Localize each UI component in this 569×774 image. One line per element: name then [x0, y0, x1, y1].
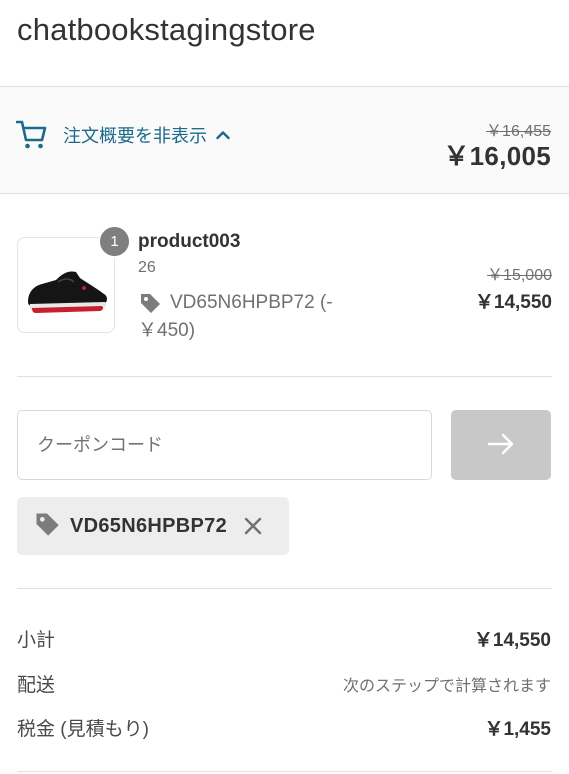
- divider: [17, 588, 552, 589]
- order-summary-toggle[interactable]: 注文概要を非表示: [16, 120, 230, 150]
- shipping-value: 次のステップで計算されます: [342, 678, 551, 695]
- arrow-right-icon: [487, 433, 515, 458]
- tax-value: ￥1,455: [484, 719, 551, 740]
- applied-discount-tag: VD65N6HPBP72: [17, 497, 289, 555]
- applied-discount-code: VD65N6HPBP72: [70, 514, 228, 537]
- order-summary-toggle-label: 注文概要を非表示: [63, 126, 207, 146]
- product-original-price: ￥15,000: [487, 267, 552, 284]
- quantity-badge: 1: [98, 225, 131, 258]
- product-price: ￥14,550: [474, 292, 552, 313]
- product-variant: 26: [138, 259, 156, 276]
- product-discount: VD65N6HPBP72 (-￥450): [138, 289, 378, 345]
- apply-coupon-button[interactable]: [451, 410, 551, 480]
- store-name[interactable]: chatbookstagingstore: [17, 12, 316, 48]
- order-total: ￥16,005: [443, 141, 551, 171]
- divider: [17, 771, 552, 772]
- divider: [17, 376, 552, 377]
- subtotal-label: 小計: [17, 630, 56, 651]
- checkout-page: chatbookstagingstore 注文概要を非表示 ￥16,455 ￥1…: [0, 0, 569, 774]
- subtotal-value: ￥14,550: [473, 630, 551, 651]
- cart-icon: [16, 120, 48, 150]
- tax-label: 税金 (見積もり): [17, 719, 149, 740]
- coupon-input[interactable]: [17, 410, 432, 480]
- shipping-label: 配送: [17, 675, 56, 696]
- product-name: product003: [138, 231, 241, 252]
- close-icon[interactable]: [243, 516, 263, 536]
- chevron-up-icon: [216, 130, 230, 140]
- product-discount-text: VD65N6HPBP72 (-￥450): [138, 292, 333, 341]
- product-thumbnail: 1: [17, 225, 131, 333]
- header: chatbookstagingstore: [0, 0, 569, 87]
- line-item: 1 product003 26 VD65N6HPBP72 (-￥450) ￥15…: [17, 225, 552, 347]
- discount-tag-icon: [138, 291, 162, 324]
- discount-tag-icon: [33, 510, 61, 543]
